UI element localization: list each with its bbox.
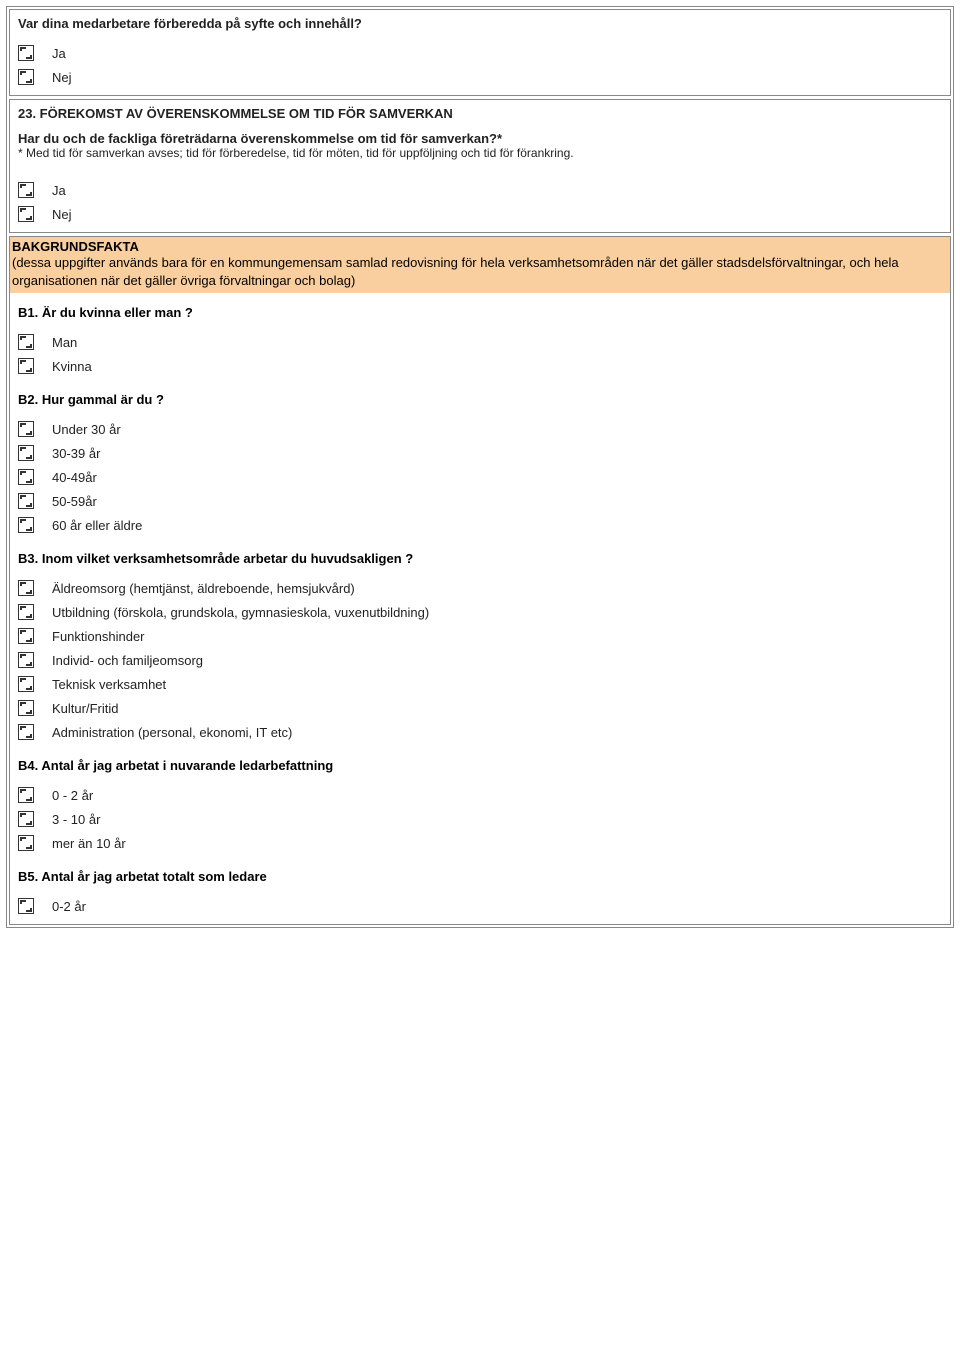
radio-icon bbox=[18, 604, 34, 620]
bakgrund-title: BAKGRUNDSFAKTA bbox=[12, 239, 948, 254]
b4-options: 0 - 2 år 3 - 10 år mer än 10 år bbox=[18, 787, 942, 851]
option-individ-familj[interactable]: Individ- och familjeomsorg bbox=[18, 652, 942, 668]
radio-icon bbox=[18, 469, 34, 485]
option-kvinna[interactable]: Kvinna bbox=[18, 358, 942, 374]
bakgrundsfakta-section: BAKGRUNDSFAKTA (dessa uppgifter används … bbox=[9, 236, 951, 925]
option-label: Kvinna bbox=[52, 359, 92, 374]
b2-question: B2. Hur gammal är du ? bbox=[18, 392, 942, 407]
radio-icon bbox=[18, 628, 34, 644]
question-23: 23. FÖREKOMST AV ÖVERENSKOMMELSE OM TID … bbox=[9, 99, 951, 233]
b1-options: Man Kvinna bbox=[18, 334, 942, 374]
option-funktionshinder[interactable]: Funktionshinder bbox=[18, 628, 942, 644]
b4-question: B4. Antal år jag arbetat i nuvarande led… bbox=[18, 758, 942, 773]
b1-question: B1. Är du kvinna eller man ? bbox=[18, 305, 942, 320]
b5-question: B5. Antal år jag arbetat totalt som leda… bbox=[18, 869, 942, 884]
radio-icon bbox=[18, 724, 34, 740]
option-label: 0 - 2 år bbox=[52, 788, 93, 803]
option-administration[interactable]: Administration (personal, ekonomi, IT et… bbox=[18, 724, 942, 740]
radio-icon bbox=[18, 676, 34, 692]
option-label: Administration (personal, ekonomi, IT et… bbox=[52, 725, 292, 740]
option-label: Teknisk verksamhet bbox=[52, 677, 166, 692]
b3-options: Äldreomsorg (hemtjänst, äldreboende, hem… bbox=[18, 580, 942, 740]
option-utbildning[interactable]: Utbildning (förskola, grundskola, gymnas… bbox=[18, 604, 942, 620]
option-kultur-fritid[interactable]: Kultur/Fritid bbox=[18, 700, 942, 716]
b5-options: 0-2 år bbox=[18, 898, 942, 914]
option-label: Man bbox=[52, 335, 77, 350]
option-label: Äldreomsorg (hemtjänst, äldreboende, hem… bbox=[52, 581, 355, 596]
option-nej[interactable]: Nej bbox=[18, 69, 942, 85]
option-label: Under 30 år bbox=[52, 422, 121, 437]
option-label: 40-49år bbox=[52, 470, 97, 485]
radio-icon bbox=[18, 652, 34, 668]
radio-icon bbox=[18, 787, 34, 803]
option-label: Funktionshinder bbox=[52, 629, 145, 644]
radio-icon bbox=[18, 445, 34, 461]
option-label: Nej bbox=[52, 207, 72, 222]
radio-icon bbox=[18, 45, 34, 61]
option-under30[interactable]: Under 30 år bbox=[18, 421, 942, 437]
option-ja[interactable]: Ja bbox=[18, 45, 942, 61]
radio-icon bbox=[18, 580, 34, 596]
option-60plus[interactable]: 60 år eller äldre bbox=[18, 517, 942, 533]
option-label: Utbildning (förskola, grundskola, gymnas… bbox=[52, 605, 429, 620]
radio-icon bbox=[18, 517, 34, 533]
option-3-10[interactable]: 3 - 10 år bbox=[18, 811, 942, 827]
option-0-2[interactable]: 0 - 2 år bbox=[18, 787, 942, 803]
option-teknisk[interactable]: Teknisk verksamhet bbox=[18, 676, 942, 692]
b3-question: B3. Inom vilket verksamhetsområde arbeta… bbox=[18, 551, 942, 566]
radio-icon bbox=[18, 700, 34, 716]
option-label: Ja bbox=[52, 183, 66, 198]
option-30-39[interactable]: 30-39 år bbox=[18, 445, 942, 461]
question-text: Har du och de fackliga företrädarna över… bbox=[18, 131, 942, 146]
question-heading: 23. FÖREKOMST AV ÖVERENSKOMMELSE OM TID … bbox=[18, 106, 942, 121]
radio-icon bbox=[18, 811, 34, 827]
option-man[interactable]: Man bbox=[18, 334, 942, 350]
option-label: Individ- och familjeomsorg bbox=[52, 653, 203, 668]
radio-icon bbox=[18, 493, 34, 509]
radio-icon bbox=[18, 182, 34, 198]
option-label: 50-59år bbox=[52, 494, 97, 509]
radio-icon bbox=[18, 358, 34, 374]
radio-icon bbox=[18, 898, 34, 914]
option-nej[interactable]: Nej bbox=[18, 206, 942, 222]
options-group: Ja Nej bbox=[18, 45, 942, 85]
radio-icon bbox=[18, 334, 34, 350]
option-label: 3 - 10 år bbox=[52, 812, 100, 827]
radio-icon bbox=[18, 69, 34, 85]
bakgrund-banner: BAKGRUNDSFAKTA (dessa uppgifter används … bbox=[10, 237, 950, 293]
b2-options: Under 30 år 30-39 år 40-49år 50-59år 60 … bbox=[18, 421, 942, 533]
question-note: * Med tid för samverkan avses; tid för f… bbox=[18, 146, 942, 160]
option-label: 30-39 år bbox=[52, 446, 100, 461]
question-prepared: Var dina medarbetare förberedda på syfte… bbox=[9, 9, 951, 96]
option-label: mer än 10 år bbox=[52, 836, 126, 851]
option-0-2-total[interactable]: 0-2 år bbox=[18, 898, 942, 914]
bakgrund-desc: (dessa uppgifter används bara för en kom… bbox=[12, 254, 948, 289]
form-container: Var dina medarbetare förberedda på syfte… bbox=[6, 6, 954, 928]
option-50-59[interactable]: 50-59år bbox=[18, 493, 942, 509]
radio-icon bbox=[18, 835, 34, 851]
option-mer-10[interactable]: mer än 10 år bbox=[18, 835, 942, 851]
option-40-49[interactable]: 40-49år bbox=[18, 469, 942, 485]
radio-icon bbox=[18, 206, 34, 222]
option-ja[interactable]: Ja bbox=[18, 182, 942, 198]
question-text: Var dina medarbetare förberedda på syfte… bbox=[18, 16, 942, 31]
option-label: 60 år eller äldre bbox=[52, 518, 142, 533]
option-label: Nej bbox=[52, 70, 72, 85]
radio-icon bbox=[18, 421, 34, 437]
option-label: 0-2 år bbox=[52, 899, 86, 914]
option-aldreomsorg[interactable]: Äldreomsorg (hemtjänst, äldreboende, hem… bbox=[18, 580, 942, 596]
options-group: Ja Nej bbox=[18, 182, 942, 222]
option-label: Kultur/Fritid bbox=[52, 701, 118, 716]
option-label: Ja bbox=[52, 46, 66, 61]
